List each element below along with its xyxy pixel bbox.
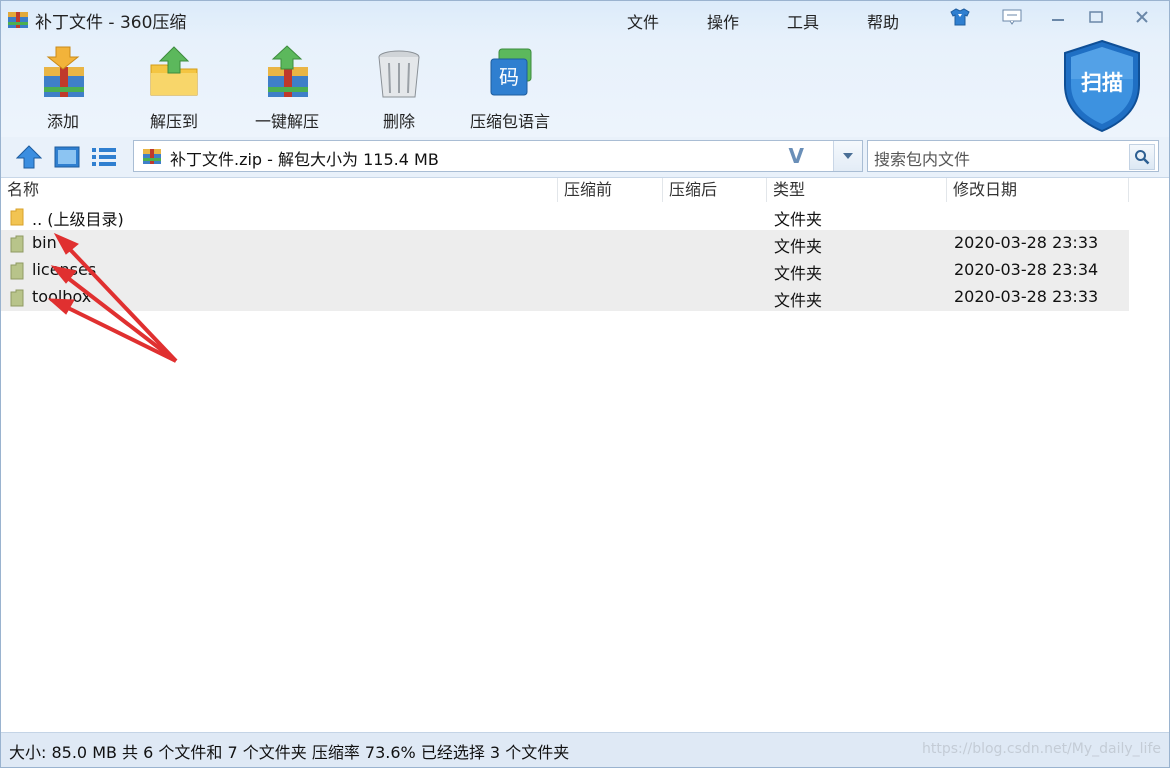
file-type: 文件夹 [774, 291, 823, 310]
extract-to-label: 解压到 [149, 112, 198, 131]
up-button[interactable] [15, 143, 43, 171]
chevron-down-icon [843, 153, 853, 159]
list-item-toolbox[interactable]: toolbox 文件夹 2020-03-28 23:33 [1, 284, 1129, 311]
column-name[interactable]: 名称 [1, 178, 558, 202]
one-click-extract-label: 一键解压 [254, 112, 319, 131]
view-large-icon [54, 146, 80, 168]
skin-button[interactable] [947, 6, 973, 28]
add-label: 添加 [46, 112, 79, 131]
search-icon [1135, 150, 1150, 165]
file-name: bin [32, 233, 57, 252]
extract-to-button[interactable]: 解压到 [126, 45, 222, 132]
search-box[interactable]: 搜索包内文件 [867, 140, 1159, 172]
archive-path: 补丁文件.zip - 解包大小为 115.4 MB [170, 150, 439, 169]
file-date: 2020-03-28 23:34 [954, 260, 1099, 279]
add-archive-icon [44, 46, 84, 97]
file-name: toolbox [32, 287, 92, 306]
menu-file[interactable]: 文件 [627, 9, 659, 33]
view-list-button[interactable] [90, 143, 118, 171]
file-name: licenses [32, 260, 97, 279]
file-date: 2020-03-28 23:33 [954, 287, 1099, 306]
minimize-icon [1052, 19, 1064, 21]
path-box[interactable]: 补丁文件.zip - 解包大小为 115.4 MB V [133, 140, 863, 172]
scan-label: 扫描 [1081, 71, 1123, 95]
delete-button[interactable]: 删除 [351, 45, 447, 132]
archive-language-icon: 码 [490, 48, 532, 96]
view-large-button[interactable] [53, 143, 81, 171]
maximize-icon [1089, 11, 1103, 23]
archive-language-char: 码 [499, 65, 519, 89]
one-click-extract-button[interactable]: 一键解压 [239, 45, 335, 132]
file-type: 文件夹 [774, 264, 823, 283]
search-button[interactable] [1129, 144, 1155, 170]
folder-icon [10, 262, 24, 280]
column-type[interactable]: 类型 [767, 178, 947, 202]
list-header: 名称 压缩前 压缩后 类型 修改日期 [1, 178, 1169, 202]
folder-icon [10, 208, 24, 226]
file-date: 2020-03-28 23:33 [954, 233, 1099, 252]
column-original-size[interactable]: 压缩前 [558, 178, 663, 202]
menu-tools[interactable]: 工具 [787, 9, 819, 33]
maximize-button[interactable] [1083, 6, 1109, 28]
status-bar: 大小: 85.0 MB 共 6 个文件和 7 个文件夹 压缩率 73.6% 已经… [1, 732, 1169, 767]
feedback-icon [1002, 9, 1022, 25]
menu-help[interactable]: 帮助 [867, 9, 899, 33]
folder-icon [10, 235, 24, 253]
watermark: https://blog.csdn.net/My_daily_life [922, 741, 1161, 757]
extract-folder-icon [150, 46, 198, 96]
scan-button[interactable]: 扫描 [1059, 39, 1145, 133]
path-dropdown-button[interactable] [833, 141, 862, 171]
app-icon [8, 12, 28, 28]
app-window: 补丁文件 - 360压缩 文件 操作 工具 帮助 添加 解压到 一键解压 删除 … [0, 0, 1170, 768]
file-name: .. (上级目录) [32, 210, 124, 229]
path-separator: V [788, 144, 804, 168]
view-list-icon [92, 148, 116, 166]
column-modified[interactable]: 修改日期 [947, 178, 1129, 202]
close-button[interactable] [1129, 6, 1155, 28]
archive-language-label: 压缩包语言 [469, 112, 550, 131]
list-item-bin[interactable]: bin 文件夹 2020-03-28 23:33 [1, 230, 1129, 257]
menu-operation[interactable]: 操作 [707, 9, 739, 33]
status-text: 大小: 85.0 MB 共 6 个文件和 7 个文件夹 压缩率 73.6% 已经… [9, 743, 570, 762]
add-button[interactable]: 添加 [15, 45, 111, 132]
minimize-button[interactable] [1045, 6, 1071, 28]
close-icon [1136, 11, 1148, 23]
archive-language-button[interactable]: 码 压缩包语言 [462, 45, 558, 132]
window-title: 补丁文件 - 360压缩 [35, 12, 187, 33]
file-type: 文件夹 [774, 237, 823, 256]
delete-label: 删除 [382, 112, 415, 131]
address-bar-row: 补丁文件.zip - 解包大小为 115.4 MB V 搜索包内文件 [1, 137, 1169, 178]
list-item-licenses[interactable]: licenses 文件夹 2020-03-28 23:34 [1, 257, 1129, 284]
feedback-button[interactable] [999, 6, 1025, 28]
list-item-parent[interactable]: .. (上级目录) 文件夹 [1, 203, 1129, 230]
one-click-extract-icon [268, 45, 308, 97]
title-toolbar-area: 补丁文件 - 360压缩 文件 操作 工具 帮助 添加 解压到 一键解压 删除 … [1, 1, 1169, 137]
file-type: 文件夹 [774, 210, 823, 229]
column-compressed-size[interactable]: 压缩后 [663, 178, 767, 202]
folder-icon [10, 289, 24, 307]
search-input[interactable]: 搜索包内文件 [874, 146, 970, 170]
shield-icon: 扫描 [1064, 39, 1140, 133]
title-bar: 补丁文件 - 360压缩 [7, 7, 186, 33]
trash-icon [378, 50, 420, 98]
skin-icon [950, 8, 970, 26]
zip-icon [143, 149, 161, 164]
up-icon [16, 145, 42, 169]
